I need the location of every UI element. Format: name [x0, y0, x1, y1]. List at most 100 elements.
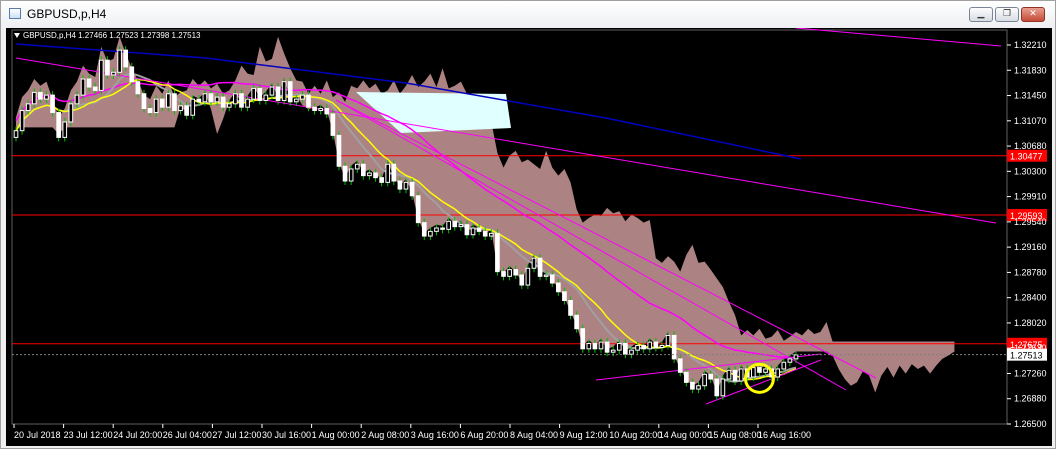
- window-titlebar[interactable]: GBPUSD,p,H4 ▁ ❐ ✕: [1, 1, 1055, 27]
- candle-body: [111, 71, 116, 76]
- candle-body: [525, 267, 531, 286]
- x-tick-label: 14 Aug 00:00: [659, 430, 712, 440]
- candle-body: [190, 98, 196, 116]
- candle-body: [549, 274, 555, 284]
- y-tick-label: 1.27630: [1014, 343, 1047, 353]
- ohlc-header: GBPUSD,p,H4 1.27466 1.27523 1.27398 1.27…: [23, 31, 201, 40]
- candle-body: [458, 224, 464, 228]
- candle-body: [226, 103, 232, 108]
- x-tick-label: 27 Jul 12:00: [212, 430, 261, 440]
- price-chart[interactable]: 1.304771.295931.276751.275131.322101.318…: [6, 27, 1052, 446]
- chart-window-icon: [9, 8, 21, 19]
- candle-body: [348, 168, 354, 182]
- candle-body: [208, 93, 214, 103]
- candle-body: [653, 341, 659, 348]
- candle-body: [720, 378, 726, 397]
- candle-body: [452, 220, 458, 228]
- restore-button[interactable]: ❐: [995, 7, 1019, 22]
- candle-body: [287, 81, 293, 103]
- close-button[interactable]: ✕: [1021, 7, 1045, 22]
- candle-body: [428, 230, 433, 237]
- candle-body: [757, 367, 762, 373]
- candle-body: [519, 274, 525, 286]
- candle-body: [354, 163, 360, 170]
- candle-body: [98, 59, 104, 91]
- candle-body: [25, 103, 31, 112]
- y-tick-label: 1.27260: [1014, 368, 1047, 378]
- trend-line: [795, 27, 1002, 47]
- candle-body: [306, 94, 311, 108]
- candle-body: [708, 373, 714, 380]
- candle-body: [44, 94, 49, 100]
- candle-body: [397, 180, 403, 190]
- hline-price-label: 1.30477: [1010, 152, 1043, 162]
- candle-body: [556, 282, 561, 293]
- y-tick-label: 1.29910: [1014, 192, 1047, 202]
- candle-body: [763, 368, 768, 373]
- candle-body: [751, 367, 756, 378]
- price-chart-area[interactable]: 1.30477 1.29593 1.27675 1.27513 1.32210 1.318…: [6, 27, 1052, 446]
- candle-body: [604, 341, 610, 353]
- candle-body: [415, 195, 421, 224]
- candle-body: [647, 341, 653, 350]
- candle-body: [166, 93, 171, 108]
- candle-body: [671, 334, 677, 360]
- y-tick-label: 1.26880: [1014, 394, 1047, 404]
- candle-body: [501, 271, 506, 277]
- candle-body: [19, 110, 25, 132]
- x-tick-label: 8 Aug 04:00: [510, 430, 558, 440]
- candle-body: [275, 86, 281, 101]
- candle-body: [129, 66, 135, 83]
- chart-window: GBPUSD,p,H4 ▁ ❐ ✕ 1.30477 1.29593 1.27675 1…: [0, 0, 1056, 449]
- candle-body: [202, 93, 208, 103]
- y-tick-label: 1.32210: [1014, 40, 1047, 50]
- candle-body: [92, 86, 98, 91]
- candle-body: [403, 181, 409, 190]
- x-tick-label: 23 Jul 12:00: [64, 430, 113, 440]
- candle-body: [610, 349, 616, 353]
- candle-body: [488, 232, 494, 237]
- candle-body: [123, 49, 129, 68]
- candle-body: [367, 172, 372, 177]
- y-tick-label: 1.28400: [1014, 293, 1047, 303]
- candle-body: [434, 227, 439, 232]
- candle-body: [537, 257, 543, 277]
- candle-body: [196, 98, 202, 103]
- candle-body: [31, 91, 37, 105]
- candle-body: [629, 349, 634, 355]
- candle-body: [257, 87, 263, 101]
- candle-body: [702, 373, 707, 387]
- candle-body: [732, 369, 738, 382]
- candle-body: [312, 106, 317, 112]
- candle-body: [172, 93, 177, 112]
- candle-body: [385, 163, 391, 183]
- candle-body: [574, 314, 579, 330]
- candle-body: [623, 342, 628, 355]
- y-tick-label: 1.28780: [1014, 267, 1047, 277]
- candle-body: [787, 358, 793, 363]
- candle-body: [62, 121, 68, 138]
- minimize-button[interactable]: ▁: [969, 7, 993, 22]
- candle-body: [470, 227, 476, 236]
- window-title: GBPUSD,p,H4: [27, 7, 107, 21]
- candle-body: [214, 96, 220, 103]
- candle-body: [391, 163, 397, 182]
- candle-body: [330, 113, 336, 136]
- candle-body: [598, 341, 604, 350]
- candle-body: [495, 232, 500, 273]
- candle-body: [775, 368, 781, 378]
- candle-body: [86, 78, 92, 88]
- candle-body: [513, 269, 519, 276]
- x-tick-label: 16 Aug 16:00: [758, 430, 811, 440]
- candle-body: [464, 224, 470, 236]
- candle-body: [714, 378, 720, 397]
- x-tick-label: 3 Aug 16:00: [411, 430, 459, 440]
- candle-body: [245, 98, 250, 108]
- candle-body: [677, 358, 683, 373]
- candle-body: [233, 93, 238, 105]
- candle-body: [482, 230, 488, 237]
- x-tick-label: 2 Aug 08:00: [361, 430, 409, 440]
- candle-body: [336, 134, 342, 167]
- candle-body: [379, 177, 384, 183]
- x-tick-label: 10 Aug 20:00: [609, 430, 662, 440]
